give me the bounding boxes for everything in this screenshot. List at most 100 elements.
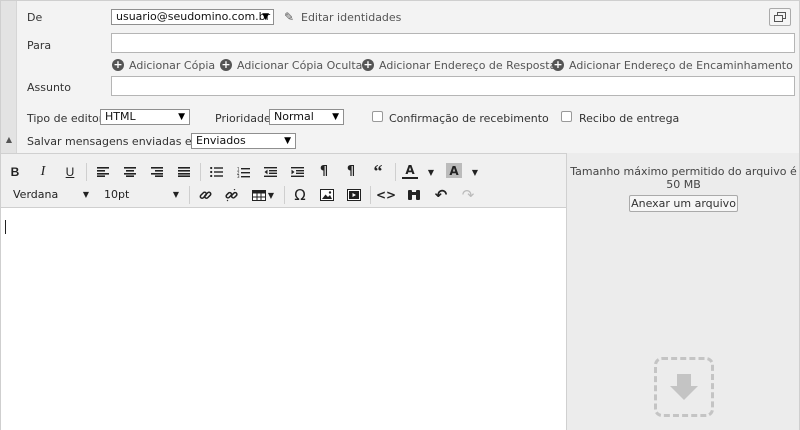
edit-identities-link[interactable]: Editar identidades: [301, 11, 401, 24]
add-cc-link[interactable]: + Adicionar Cópia: [112, 58, 215, 72]
subject-field[interactable]: [111, 76, 795, 96]
plus-circle-icon: +: [362, 58, 374, 71]
text-color-button[interactable]: A: [402, 163, 418, 179]
align-center-button[interactable]: [122, 163, 138, 181]
add-cc-label: Adicionar Cópia: [129, 58, 216, 72]
rtl-pilcrow-icon: ¶: [346, 163, 356, 179]
undo-button[interactable]: ↶: [433, 186, 449, 204]
text-color-dropdown[interactable]: ▼: [426, 163, 436, 181]
add-reply-to-label: Adicionar Endereço de Resposta: [379, 58, 557, 72]
font-size-value: 10pt: [104, 188, 130, 201]
popout-window-button[interactable]: [769, 8, 791, 26]
add-bcc-link[interactable]: + Adicionar Cópia Oculta: [220, 58, 362, 72]
plus-circle-icon: +: [112, 58, 124, 71]
pencil-icon[interactable]: ✎: [284, 10, 294, 24]
toolbar-divider: [395, 163, 396, 181]
quote-icon: “: [373, 160, 383, 181]
save-sent-value: Enviados: [196, 134, 246, 147]
compose-window: ▲ De usuario@seudomino.com.br ▼ ✎ Editar…: [0, 0, 800, 430]
add-followup-to-label: Adicionar Endereço de Encaminhamento: [569, 58, 793, 72]
add-bcc-label: Adicionar Cópia Oculta: [237, 58, 363, 72]
toolbar-divider: [200, 163, 201, 181]
binoculars-icon: [408, 190, 420, 200]
editor-toolbar: B I U 123 ¶ ¶ “ A ▼ A ▼ Verdana ▼ 10pt ▼…: [1, 154, 566, 208]
caret-down-icon: ▼: [267, 190, 275, 200]
link-icon: [199, 190, 211, 199]
redo-button[interactable]: ↷: [460, 186, 476, 204]
download-arrow-icon: [670, 374, 698, 400]
svg-text:3: 3: [237, 174, 240, 178]
numbered-list-button[interactable]: 123: [235, 163, 251, 181]
read-receipt-checkbox[interactable]: [372, 111, 383, 122]
add-reply-to-link[interactable]: + Adicionar Endereço de Resposta: [362, 58, 556, 72]
to-label: Para: [27, 39, 52, 52]
find-replace-button[interactable]: [406, 186, 422, 204]
to-field[interactable]: [111, 33, 795, 53]
toolbar-divider: [284, 186, 285, 204]
read-receipt-label: Confirmação de recebimento: [389, 112, 549, 125]
delivery-receipt-checkbox[interactable]: [561, 111, 572, 122]
from-select-value: usuario@seudomino.com.br: [116, 10, 271, 23]
special-char-button[interactable]: Ω: [292, 186, 308, 204]
attach-file-button[interactable]: Anexar um arquivo: [629, 195, 738, 212]
insert-image-button[interactable]: [319, 186, 335, 204]
font-size-select[interactable]: 10pt ▼: [104, 187, 179, 203]
unlink-button[interactable]: [223, 186, 239, 204]
add-followup-to-link[interactable]: + Adicionar Endereço de Encaminhamento: [552, 58, 793, 72]
from-select[interactable]: usuario@seudomino.com.br ▼: [111, 9, 274, 25]
italic-button[interactable]: I: [35, 163, 51, 181]
source-code-button[interactable]: <>: [375, 186, 397, 204]
save-sent-select[interactable]: Enviados ▼: [191, 133, 296, 149]
align-left-icon: [97, 167, 109, 177]
attachment-dropzone[interactable]: [654, 357, 714, 417]
plus-circle-icon: +: [552, 58, 564, 71]
undo-icon: ↶: [434, 186, 448, 204]
text-cursor: [5, 220, 6, 234]
bg-color-dropdown[interactable]: ▼: [470, 163, 480, 181]
delivery-receipt-label: Recibo de entrega: [579, 112, 680, 125]
priority-select[interactable]: Normal ▼: [269, 109, 344, 125]
caret-down-icon: ▼: [471, 167, 479, 177]
priority-label: Prioridade: [215, 112, 271, 125]
align-justify-button[interactable]: [176, 163, 192, 181]
unlink-icon: [224, 188, 238, 201]
toolbar-divider: [189, 186, 190, 204]
blockquote-button[interactable]: “: [370, 160, 386, 181]
insert-link-button[interactable]: [197, 186, 213, 204]
message-editor[interactable]: B I U 123 ¶ ¶ “ A ▼ A ▼ Verdana ▼ 10pt ▼…: [1, 153, 566, 430]
indent-button[interactable]: [289, 163, 305, 181]
insert-table-button[interactable]: ▼: [250, 186, 276, 204]
caret-down-icon: ▼: [427, 167, 435, 177]
ltr-direction-button[interactable]: ¶: [316, 162, 332, 180]
caret-down-icon: ▼: [82, 190, 89, 199]
media-icon: [347, 189, 361, 201]
subject-label: Assunto: [27, 81, 71, 94]
bullet-list-icon: [209, 167, 223, 177]
outdent-icon: [263, 167, 277, 177]
collapse-headers-icon[interactable]: ▲: [4, 135, 14, 145]
numbered-list-icon: 123: [237, 167, 250, 178]
insert-media-button[interactable]: [346, 186, 362, 204]
editor-type-select[interactable]: HTML ▼: [100, 109, 190, 125]
code-icon: <>: [375, 188, 397, 202]
editor-type-label: Tipo de editor: [27, 112, 104, 125]
outdent-button[interactable]: [262, 163, 278, 181]
font-family-value: Verdana: [13, 188, 59, 201]
chevron-down-icon: ▼: [284, 136, 291, 146]
chevron-down-icon: ▼: [178, 112, 185, 122]
align-left-button[interactable]: [95, 163, 111, 181]
plus-circle-icon: +: [220, 58, 232, 71]
caret-down-icon: ▼: [172, 190, 179, 199]
bold-button[interactable]: B: [7, 163, 23, 181]
font-family-select[interactable]: Verdana ▼: [13, 187, 89, 203]
align-right-button[interactable]: [149, 163, 165, 181]
redo-icon: ↷: [461, 186, 475, 204]
image-icon: [320, 189, 334, 201]
underline-button[interactable]: U: [62, 163, 78, 181]
align-center-icon: [124, 167, 136, 177]
bullet-list-button[interactable]: [208, 163, 224, 181]
rtl-direction-button[interactable]: ¶: [343, 162, 359, 180]
indent-icon: [290, 167, 304, 177]
bg-color-button[interactable]: A: [446, 163, 462, 178]
from-label: De: [27, 11, 43, 24]
